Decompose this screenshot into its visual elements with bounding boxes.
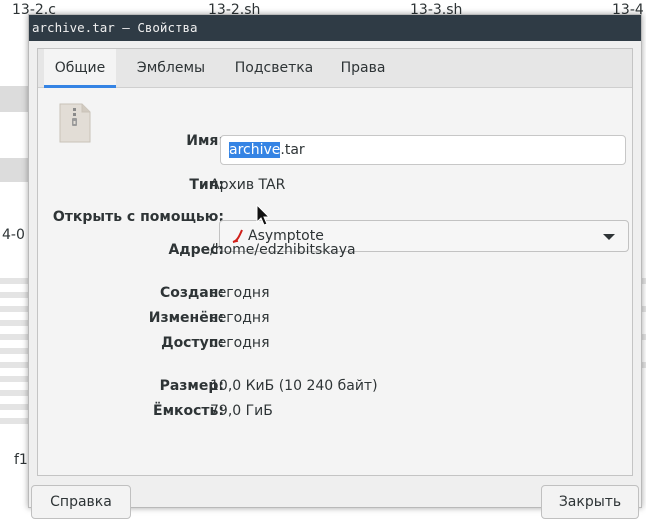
- file-thumbnail-line: [0, 278, 28, 284]
- type-value: Архив TAR: [210, 177, 286, 193]
- tab-permissions[interactable]: Права: [328, 49, 398, 87]
- file-thumbnail[interactable]: [0, 158, 28, 182]
- modified-value: сегодня: [210, 310, 270, 326]
- file-thumbnail-line: [0, 362, 28, 368]
- file-thumbnail-line: [0, 334, 28, 340]
- properties-notebook: Общие Эмблемы Подсветка Права Имя: archi…: [37, 48, 633, 476]
- name-selected-text: archive: [229, 142, 281, 158]
- tab-general[interactable]: Общие: [44, 49, 116, 88]
- properties-dialog: archive.tar — Свойства Общие Эмблемы Под…: [28, 14, 642, 519]
- name-label: Имя:: [186, 133, 224, 149]
- chevron-down-icon: [603, 234, 615, 240]
- capacity-value: 79,0 ГиБ: [210, 403, 273, 419]
- help-button[interactable]: Справка: [31, 485, 131, 519]
- created-value: сегодня: [210, 285, 270, 301]
- mouse-pointer-icon: [256, 204, 271, 226]
- file-label[interactable]: f1: [14, 452, 28, 468]
- tab-bar: Общие Эмблемы Подсветка Права: [38, 49, 632, 88]
- open-with-label: Открыть с помощью:: [52, 209, 224, 225]
- name-extension-text: .tar: [280, 142, 305, 158]
- close-button[interactable]: Закрыть: [541, 485, 639, 519]
- file-thumbnail-line: [0, 292, 28, 298]
- file-thumbnail[interactable]: [0, 86, 28, 112]
- location-value: /home/edzhibitskaya: [210, 242, 356, 258]
- file-thumbnail-line: [0, 390, 28, 396]
- archive-file-icon: [59, 103, 91, 143]
- accessed-value: сегодня: [210, 335, 270, 351]
- name-input[interactable]: archive.tar: [220, 135, 626, 165]
- file-thumbnail-line: [0, 376, 28, 382]
- file-thumbnail-line: [0, 320, 28, 326]
- file-thumbnail-line: [0, 348, 28, 354]
- tab-emblems[interactable]: Эмблемы: [126, 49, 216, 87]
- file-thumbnail-line: [0, 306, 28, 312]
- dialog-title[interactable]: archive.tar — Свойства: [29, 15, 641, 41]
- asymptote-icon: [232, 229, 243, 243]
- tab-highlight[interactable]: Подсветка: [224, 49, 324, 87]
- file-thumbnail-line: [0, 418, 28, 424]
- file-label[interactable]: 4-0: [2, 227, 25, 243]
- file-thumbnail-line: [0, 404, 28, 410]
- size-value: 10,0 КиБ (10 240 байт): [210, 378, 378, 394]
